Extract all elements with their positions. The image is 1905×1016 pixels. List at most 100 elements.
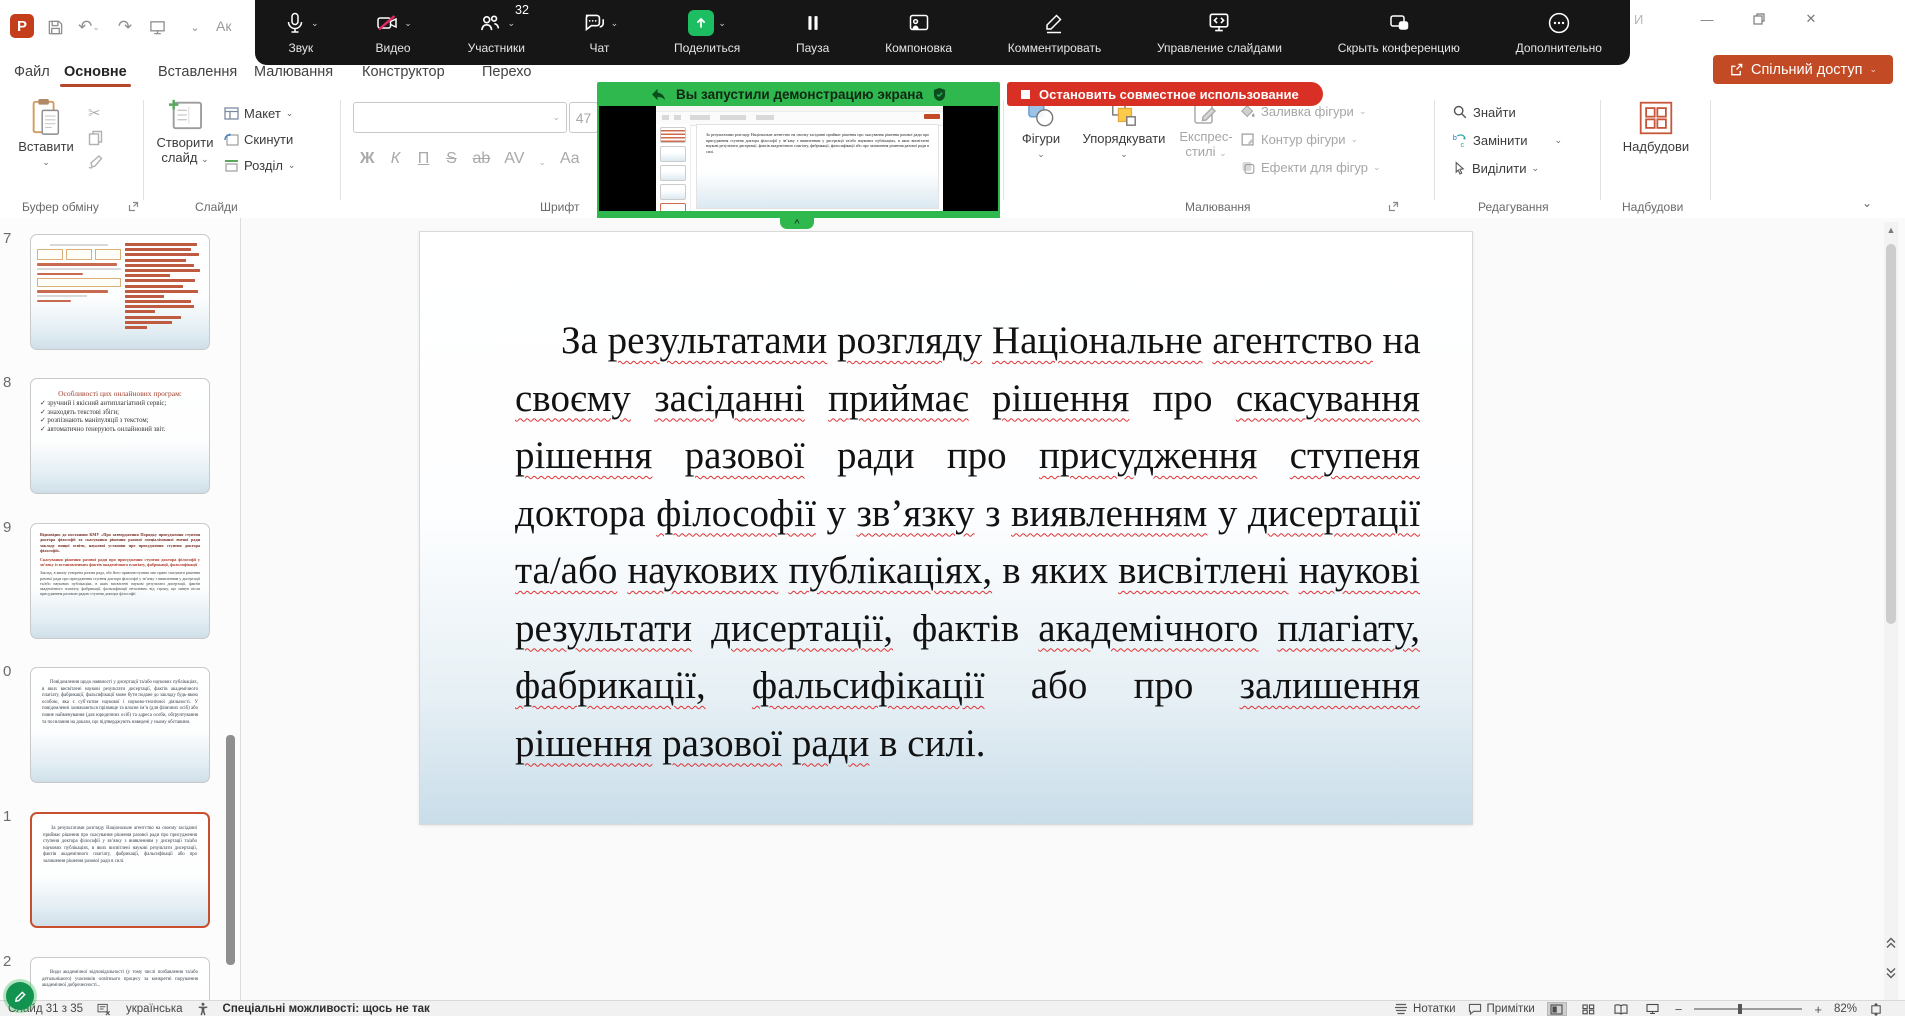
spelling-errors-icon[interactable] <box>97 1003 112 1016</box>
addins-button[interactable]: Надбудови <box>1618 100 1694 154</box>
scrollbar-thumb[interactable] <box>1886 244 1896 624</box>
zoom-level[interactable]: 82% <box>1834 1003 1857 1015</box>
zoom-toolbar-slide-control[interactable]: Управление слайдами <box>1157 0 1282 65</box>
thumbnail-content: Види академічної відповідальності (у том… <box>31 958 209 990</box>
scroll-up-icon[interactable]: ▲ <box>1884 222 1898 238</box>
arrange-button[interactable]: Упорядкувати ⌄ <box>1076 100 1172 160</box>
character-spacing-button[interactable]: AV <box>504 150 524 168</box>
zoom-toolbar-annotate[interactable]: Комментировать <box>1008 0 1101 65</box>
font-size-combo[interactable]: 47 <box>569 102 598 133</box>
svg-text:b: b <box>1453 134 1457 142</box>
reset-button[interactable]: Скинути <box>224 132 293 147</box>
chevron-down-icon[interactable]: ⌄ <box>718 18 726 29</box>
zoom-toolbar-video[interactable]: ⌄Видео <box>374 0 412 65</box>
start-slideshow-icon[interactable] <box>146 16 168 38</box>
collapse-preview-tab[interactable]: ^ <box>780 218 814 229</box>
close-button[interactable]: ✕ <box>1796 6 1826 32</box>
previous-slide-button[interactable] <box>1884 930 1898 956</box>
misspelled-word: філософії <box>656 492 816 535</box>
slide-thumbnail[interactable]: За результатами розгляду Національне аге… <box>30 812 210 928</box>
drawing-dialog-launcher-icon[interactable] <box>1388 201 1399 212</box>
slide-text-box[interactable]: За результатами розгляду Національне аге… <box>515 312 1420 772</box>
zoom-slider[interactable] <box>1694 1008 1802 1010</box>
tab-Перехо[interactable]: Перехо <box>482 64 531 80</box>
replace-button[interactable]: b c Замінити⌄ <box>1452 132 1562 148</box>
quick-styles-button[interactable]: Експрес-стилі ⌄ <box>1178 100 1234 161</box>
format-painter-icon[interactable] <box>88 154 104 170</box>
thumbnails-scrollbar[interactable] <box>226 735 235 965</box>
clipboard-dialog-launcher-icon[interactable] <box>128 201 139 212</box>
reading-view-button[interactable] <box>1611 1002 1631 1016</box>
collapse-ribbon-icon[interactable]: ⌄ <box>1862 196 1872 210</box>
chevron-down-icon[interactable]: ⌄ <box>404 18 412 29</box>
slideshow-view-button[interactable] <box>1643 1002 1663 1016</box>
zoom-toolbar-pause[interactable]: Пауза <box>796 0 829 65</box>
zoom-toolbar-chat[interactable]: ⌄Чат <box>581 0 619 65</box>
section-button[interactable]: Розділ⌄ <box>224 158 295 173</box>
zoom-toolbar-label: Участники <box>468 41 525 55</box>
notes-toggle[interactable]: Нотатки <box>1394 1003 1455 1015</box>
accessibility-status[interactable]: Спеціальні можливості: щось не так <box>223 1003 430 1015</box>
slide-thumbnail[interactable] <box>30 234 210 350</box>
tab-Вставлення[interactable]: Вставлення <box>158 64 237 80</box>
zoom-in-button[interactable]: + <box>1814 1002 1822 1016</box>
slide-thumbnail[interactable]: Відповідно до постанови КМУ «Про затверд… <box>30 523 210 639</box>
zoom-slider-thumb[interactable] <box>1738 1004 1742 1014</box>
paste-button[interactable]: Вставити ⌄ <box>14 98 78 168</box>
undo-icon[interactable]: ↶⌄ <box>78 16 100 38</box>
font-name-combo[interactable]: ⌄ <box>353 102 567 133</box>
misspelled-word: скасування <box>1236 377 1420 420</box>
tab-Файл[interactable]: Файл <box>14 64 50 80</box>
slide-sorter-view-button[interactable] <box>1579 1002 1599 1016</box>
layout-button[interactable]: Макет⌄ <box>224 106 293 121</box>
copy-icon[interactable] <box>88 130 103 146</box>
normal-view-button[interactable] <box>1547 1002 1567 1016</box>
shapes-button[interactable]: Фігури ⌄ <box>1012 100 1070 160</box>
bold-button[interactable]: Ж <box>360 150 374 168</box>
chevron-down-icon[interactable]: ⌄ <box>507 18 515 29</box>
italic-button[interactable]: К <box>388 150 402 168</box>
monitor-code-icon <box>1206 7 1232 39</box>
tab-Конструктор[interactable]: Конструктор <box>362 64 445 80</box>
shape-outline-button[interactable]: Контур фігури⌄ <box>1240 132 1358 147</box>
notes-icon <box>1394 1003 1408 1015</box>
underline-button[interactable]: П <box>416 150 430 168</box>
language-indicator[interactable]: українська <box>126 1003 183 1015</box>
zoom-out-button[interactable]: − <box>1675 1002 1683 1016</box>
minimize-button[interactable]: — <box>1692 6 1722 32</box>
tab-Основне[interactable]: Основне <box>64 64 127 80</box>
redo-icon[interactable]: ↷ <box>114 16 136 38</box>
zoom-toolbar-layout[interactable]: Компоновка <box>885 0 952 65</box>
shape-effects-button[interactable]: Ефекти для фігур⌄ <box>1240 160 1381 175</box>
select-button[interactable]: Виділити⌄ <box>1452 160 1539 176</box>
share-button[interactable]: Спільний доступ ⌄ <box>1713 55 1893 84</box>
restore-button[interactable] <box>1744 6 1774 32</box>
zoom-annotate-button[interactable] <box>6 982 34 1010</box>
chevron-down-icon[interactable]: ⌄ <box>611 18 619 29</box>
tab-Малювання[interactable]: Малювання <box>254 64 333 80</box>
zoom-toolbar-more[interactable]: Дополнительно <box>1516 0 1602 65</box>
strikethrough-button[interactable]: S <box>444 150 458 168</box>
new-slide-button[interactable]: Створитислайд ⌄ <box>152 98 218 167</box>
chevron-down-icon[interactable]: ⌄ <box>311 18 319 29</box>
word: ради <box>837 434 915 477</box>
fit-slide-button[interactable] <box>1869 1003 1883 1016</box>
slide-thumbnail[interactable]: Особливості цих онлайнових програм:✓ зру… <box>30 378 210 494</box>
change-case-button[interactable]: Aa <box>560 150 580 168</box>
zoom-toolbar-audio[interactable]: ⌄Звук <box>283 0 319 65</box>
cut-icon[interactable]: ✂ <box>88 104 101 122</box>
strikethrough-ab-button[interactable]: ab <box>472 150 490 168</box>
zoom-toolbar-hide-conference[interactable]: Скрыть конференцию <box>1338 0 1460 65</box>
stop-sharing-button[interactable]: Остановить совместное использование <box>1007 82 1323 106</box>
find-button[interactable]: Знайти <box>1452 104 1516 120</box>
share-icon <box>1729 62 1744 77</box>
next-slide-button[interactable] <box>1884 960 1898 986</box>
slide-thumbnail[interactable]: Повідомлення щодо наявності у дисертації… <box>30 667 210 783</box>
save-icon[interactable] <box>44 16 66 38</box>
zoom-toolbar-participants[interactable]: ⌄32Участники <box>468 0 525 65</box>
comments-toggle[interactable]: Примітки <box>1468 1003 1535 1015</box>
shape-fill-button[interactable]: Заливка фігури⌄ <box>1240 104 1366 119</box>
zoom-toolbar-share-screen[interactable]: ⌄Поделиться <box>674 0 740 65</box>
customize-qat-icon[interactable]: ⌄ <box>184 16 206 38</box>
slide-thumbnail[interactable]: Види академічної відповідальності (у том… <box>30 957 210 1000</box>
